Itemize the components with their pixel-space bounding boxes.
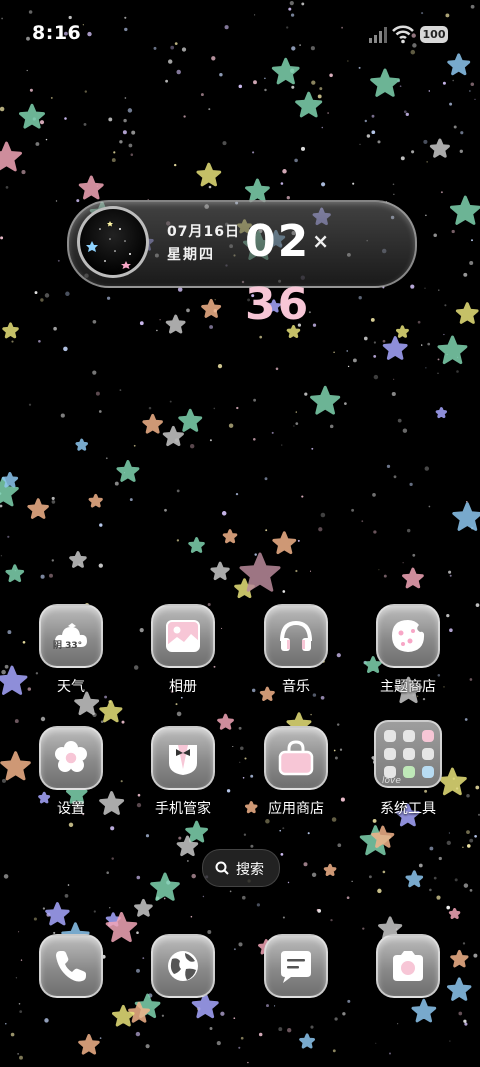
- app-label: 天气: [57, 679, 85, 695]
- widget-hour: 02: [245, 216, 311, 267]
- app-label: 系统工具: [380, 801, 436, 817]
- wifi-icon: [392, 25, 414, 44]
- shopping-bag-icon: [264, 726, 328, 790]
- app-weather[interactable]: 阴 33° 天气: [23, 604, 119, 714]
- weather-temp: 阴 33°: [53, 641, 83, 651]
- tuxedo-icon: [151, 726, 215, 790]
- app-label: 主题商店: [380, 679, 436, 695]
- folder-system-tools[interactable]: love 系统工具: [360, 720, 456, 830]
- phone-icon: [39, 934, 103, 998]
- app-gallery[interactable]: 相册: [135, 604, 231, 714]
- mini-app-icon: [422, 766, 434, 778]
- mini-app-icon: [403, 748, 415, 760]
- clock-widget[interactable]: 07月16日 星期四 02 × 36: [67, 200, 417, 330]
- mini-app-icon: [422, 730, 434, 742]
- app-music[interactable]: 音乐: [248, 604, 344, 714]
- gallery-icon: [151, 604, 215, 668]
- mini-app-icon: [384, 748, 396, 760]
- mini-app-icon: [384, 730, 396, 742]
- mini-app-icon: [403, 730, 415, 742]
- dock-camera[interactable]: [360, 934, 456, 1004]
- mini-app-icon: [422, 748, 434, 760]
- messages-icon: [264, 934, 328, 998]
- app-label: 设置: [57, 801, 85, 817]
- app-label: 音乐: [282, 679, 310, 695]
- widget-weekday: 星期四: [167, 247, 215, 263]
- widget-time: 02 × 36: [245, 214, 333, 333]
- app-theme-store[interactable]: 主题商店: [360, 604, 456, 714]
- weather-icon: 阴 33°: [39, 604, 103, 668]
- camera-icon: [376, 934, 440, 998]
- battery-icon: 100: [420, 26, 448, 43]
- app-label: 应用商店: [268, 801, 324, 817]
- gear-flower-icon: [39, 726, 103, 790]
- status-bar: 8:16 100: [0, 0, 480, 66]
- search-icon: [215, 861, 229, 875]
- signal-icon: [369, 27, 387, 43]
- widget-minute: 36: [245, 279, 311, 330]
- time-separator: ×: [312, 229, 331, 253]
- headphones-icon: [264, 604, 328, 668]
- starry-orb-icon: [77, 206, 149, 278]
- app-app-store[interactable]: 应用商店: [248, 726, 344, 836]
- starry-wallpaper: [0, 1, 480, 1064]
- folder-caption: love: [382, 776, 401, 786]
- search-button[interactable]: 搜索: [202, 849, 280, 887]
- app-settings[interactable]: 设置: [23, 726, 119, 836]
- dock-messages[interactable]: [248, 934, 344, 1004]
- app-label: 相册: [169, 679, 197, 695]
- dock-phone[interactable]: [23, 934, 119, 1004]
- browser-globe-icon: [151, 934, 215, 998]
- folder-icon: love: [374, 720, 442, 788]
- widget-date: 07月16日: [167, 224, 240, 240]
- app-label: 手机管家: [155, 801, 211, 817]
- mini-app-icon: [403, 766, 415, 778]
- dock-browser[interactable]: [135, 934, 231, 1004]
- search-label: 搜索: [236, 862, 264, 878]
- app-phone-manager[interactable]: 手机管家: [135, 726, 231, 836]
- status-time: 8:16: [32, 22, 82, 44]
- cookie-icon: [376, 604, 440, 668]
